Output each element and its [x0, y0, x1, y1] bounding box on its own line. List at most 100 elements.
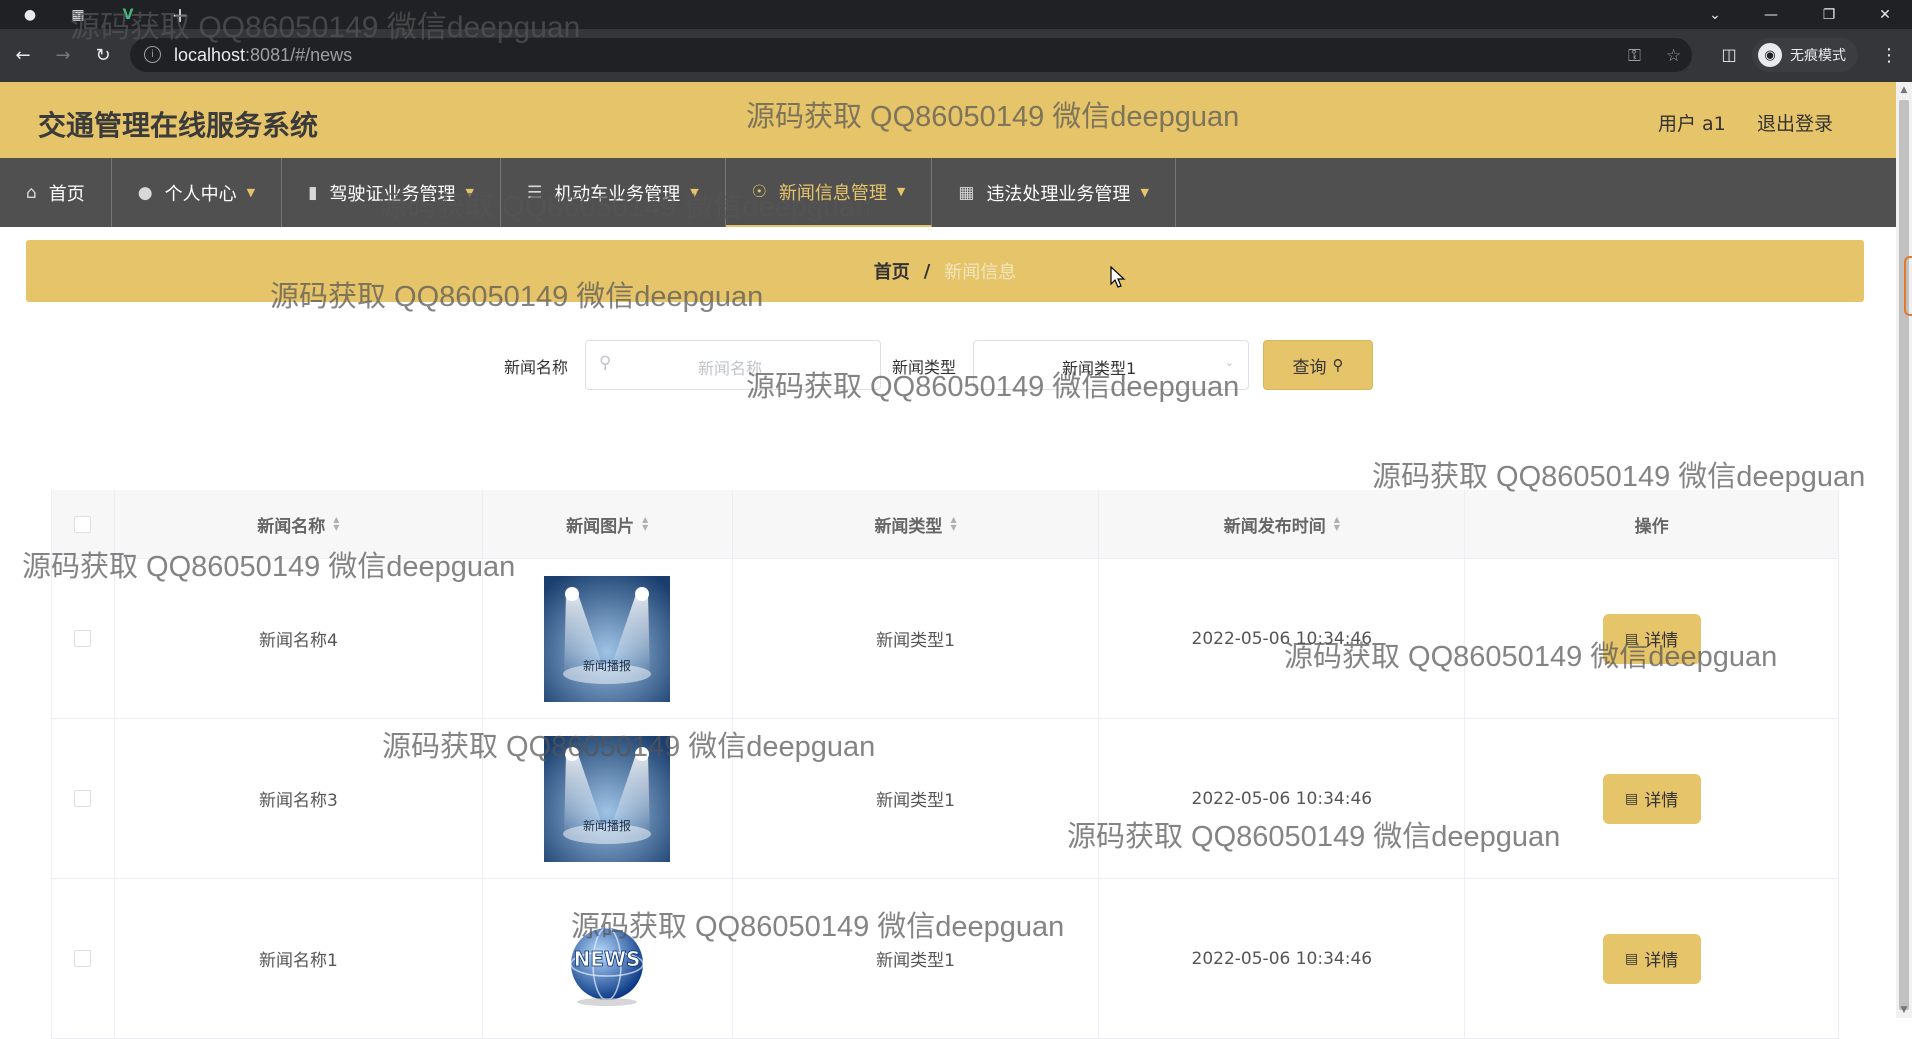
tab-favicon-icon[interactable]: ▦ [68, 5, 88, 25]
document-icon: ▤ [1624, 950, 1639, 967]
column-header-time[interactable]: 新闻发布时间 ▲ ▼ [1099, 490, 1466, 558]
browser-toolbar: ← → ↻ i localhost:8081/#/news ⚿ ☆ ◫ ◉ 无痕… [0, 29, 1912, 82]
news-broadcast-image[interactable]: 新闻播报 [544, 575, 671, 702]
news-name-placeholder: 新闻名称 [698, 359, 763, 378]
select-all-cell [52, 490, 115, 558]
browser-menu-icon[interactable]: ⋮ [1876, 42, 1902, 68]
menu-item-news-management[interactable]: ☉ 新闻信息管理 ▼ [725, 158, 933, 227]
news-name-label: 新闻名称 [504, 358, 569, 377]
action-cell: ▤ 详情 [1465, 879, 1840, 1038]
forward-icon[interactable]: → [50, 42, 76, 68]
edge-marker [1904, 256, 1912, 316]
news-type-cell: 新闻类型1 [733, 719, 1100, 878]
news-type-cell: 新闻类型1 [733, 559, 1100, 718]
key-icon[interactable]: ⚿ [1628, 46, 1641, 66]
select-all-checkbox[interactable] [74, 515, 92, 533]
home-icon: ⌂ [26, 182, 37, 203]
menu-item-vehicle-business[interactable]: ☰ 机动车业务管理 ▼ [501, 158, 726, 227]
sort-icon[interactable]: ▲ ▼ [950, 516, 956, 532]
breadcrumb-separator: / [923, 260, 931, 282]
search-form: 新闻名称 ⚲ 新闻名称 新闻类型 新闻类型1 ⌄ 查询 ⚲ [0, 340, 1912, 390]
detail-button[interactable]: ▤ 详情 [1602, 613, 1701, 664]
svg-text:新闻播报: 新闻播报 [583, 658, 631, 673]
scroll-up-icon[interactable]: ▲ [1896, 82, 1912, 98]
menu-label: 违法处理业务管理 [986, 183, 1131, 205]
table-header-row: 新闻名称 ▲ ▼ 新闻图片 ▲ ▼ 新闻类型 ▲ ▼ 新闻发布时间 ▲ ▼ 操作 [52, 490, 1840, 559]
column-header-name[interactable]: 新闻名称 ▲ ▼ [114, 490, 483, 558]
news-image-cell: 新闻播报 [483, 719, 733, 878]
reload-icon[interactable]: ↻ [90, 42, 116, 68]
query-button[interactable]: 查询 ⚲ [1263, 340, 1373, 390]
menu-item-violation-business[interactable]: ▦ 违法处理业务管理 ▼ [932, 158, 1176, 227]
main-menu: ⌂ 首页 ● 个人中心 ▼ ▮ 驾驶证业务管理 ▼ ☰ 机动车业务管理 ▼ ☉ … [0, 158, 1896, 227]
row-checkbox[interactable] [74, 950, 92, 967]
app-header: 交通管理在线服务系统 用户 a1 退出登录 [0, 82, 1896, 158]
news-image-cell: NEWS [483, 879, 733, 1038]
incognito-badge[interactable]: ◉ 无痕模式 [1752, 38, 1858, 72]
chevron-down-icon: ▼ [896, 185, 906, 198]
breadcrumb-current: 新闻信息 [944, 262, 1017, 283]
news-type-label: 新闻类型 [892, 358, 957, 377]
compass-icon: ☉ [751, 181, 767, 202]
close-window-icon[interactable]: ✕ [1862, 0, 1908, 29]
chevron-down-icon: ▼ [690, 186, 699, 199]
restore-icon[interactable]: ❐ [1806, 0, 1852, 29]
mic-icon: ▮ [308, 182, 318, 203]
sort-icon[interactable]: ▲ ▼ [333, 516, 339, 532]
menu-label: 机动车业务管理 [554, 183, 681, 205]
column-header-image[interactable]: 新闻图片 ▲ ▼ [482, 490, 733, 558]
svg-text:NEWS: NEWS [574, 947, 641, 971]
table-row: 新闻名称3 新闻播报 新闻类型1 2022-05-06 10:34:46 ▤ 详情 [52, 719, 1840, 879]
sort-icon[interactable]: ▲ ▼ [642, 516, 648, 532]
search-icon: ⚲ [599, 353, 612, 373]
user-icon: ● [137, 182, 153, 203]
bookmark-star-icon[interactable]: ☆ [1666, 46, 1681, 66]
column-header-type[interactable]: 新闻类型 ▲ ▼ [732, 490, 1100, 558]
vue-favicon-icon[interactable]: V [118, 5, 138, 25]
row-select-cell [52, 879, 115, 1038]
menu-label: 驾驶证业务管理 [329, 183, 456, 205]
detail-button[interactable]: ▤ 详情 [1602, 773, 1701, 824]
system-title: 交通管理在线服务系统 [38, 109, 319, 142]
menu-item-license-business[interactable]: ▮ 驾驶证业务管理 ▼ [282, 158, 501, 227]
row-select-cell [52, 719, 115, 878]
table-row: 新闻名称4 新闻播报 新闻类型1 2022-05-06 10:34:46 ▤ 详情 [52, 559, 1840, 719]
chevron-down-icon: ▼ [246, 186, 256, 199]
news-type-cell: 新闻类型1 [733, 879, 1100, 1038]
minimize-icon[interactable]: — [1748, 0, 1794, 29]
page-scrollbar[interactable]: ▲ ▼ [1896, 82, 1912, 1018]
scrollbar-thumb[interactable] [1899, 100, 1909, 1010]
reading-list-icon[interactable]: ◫ [1716, 41, 1742, 67]
breadcrumb: 首页 / 新闻信息 [26, 240, 1864, 302]
news-time-cell: 2022-05-06 10:34:46 [1099, 879, 1466, 1038]
browser-globe-icon[interactable]: ● [20, 5, 40, 25]
row-checkbox[interactable] [74, 790, 92, 807]
sort-icon[interactable]: ▲ ▼ [1334, 516, 1340, 532]
mouse-cursor-icon [1110, 266, 1126, 288]
news-time-cell: 2022-05-06 10:34:46 [1099, 719, 1466, 878]
chevron-down-icon: ▼ [465, 186, 474, 199]
new-tab-icon[interactable]: + [170, 3, 190, 27]
menu-item-home[interactable]: ⌂ 首页 [0, 158, 112, 227]
news-name-input[interactable]: ⚲ 新闻名称 [585, 340, 881, 390]
news-globe-image[interactable]: NEWS [544, 895, 671, 1022]
action-cell: ▤ 详情 [1465, 559, 1840, 718]
news-broadcast-image[interactable]: 新闻播报 [544, 735, 671, 862]
address-bar[interactable]: i localhost:8081/#/news ⚿ ☆ [130, 38, 1692, 72]
news-type-select[interactable]: 新闻类型1 ⌄ [973, 340, 1249, 390]
tab-search-icon[interactable]: ⌄ [1692, 0, 1738, 29]
back-icon[interactable]: ← [10, 42, 36, 68]
logout-link[interactable]: 退出登录 [1757, 109, 1833, 136]
detail-button[interactable]: ▤ 详情 [1602, 933, 1701, 984]
document-icon: ▤ [1624, 630, 1639, 647]
menu-item-personal-center[interactable]: ● 个人中心 ▼ [112, 158, 283, 227]
chevron-down-icon: ▼ [1140, 186, 1149, 199]
row-checkbox[interactable] [74, 630, 92, 647]
incognito-icon: ◉ [1758, 43, 1782, 67]
scroll-down-icon[interactable]: ▼ [1896, 1002, 1912, 1018]
table-row: 新闻名称1 NEWS 新闻类型1 2022-05-06 10:34:46 ▤ 详情 [52, 879, 1840, 1039]
search-icon: ⚲ [1332, 356, 1344, 374]
breadcrumb-home[interactable]: 首页 [874, 258, 910, 284]
site-info-icon[interactable]: i [144, 46, 161, 63]
news-image-cell: 新闻播报 [483, 559, 733, 718]
